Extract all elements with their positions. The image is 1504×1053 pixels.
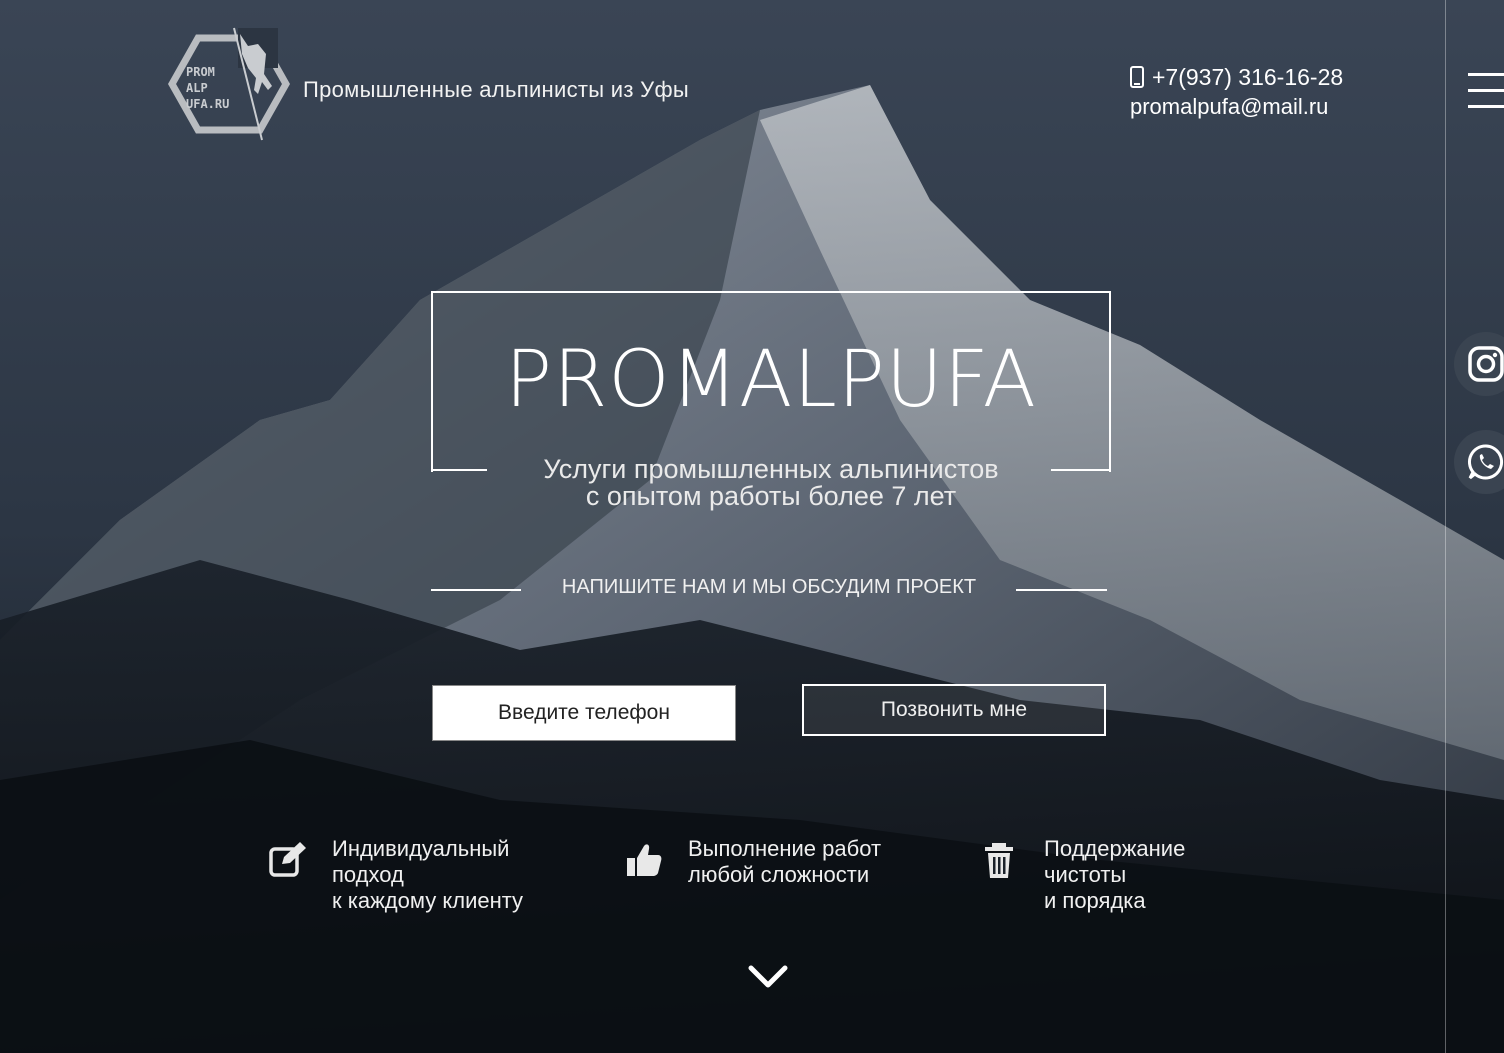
feature-1-line-1: Индивидуальный xyxy=(332,836,510,861)
whatsapp-icon xyxy=(1468,444,1504,480)
logo-text-line-1: PROM xyxy=(186,65,215,79)
logo-text-line-2: ALP xyxy=(186,81,208,95)
feature-3-line-2: чистоты xyxy=(1044,862,1127,887)
hero-subtitle: Услуги промышленных альпинистов с опытом… xyxy=(431,456,1111,510)
contacts: +7(937) 316-16-28 promalpufa@mail.ru xyxy=(1130,62,1343,120)
feature-2-line-2: любой сложности xyxy=(688,862,870,887)
feature-1-line-3: к каждому клиенту xyxy=(332,888,524,913)
feature-cleanliness: Поддержание чистоты и порядка xyxy=(980,836,1185,914)
feature-individual: Индивидуальный подход к каждому клиенту xyxy=(268,836,523,914)
cta-heading: НАПИШИТЕ НАМ И МЫ ОБСУДИМ ПРОЕКТ xyxy=(431,575,1107,603)
menu-icon[interactable] xyxy=(1468,73,1504,113)
logo-text-line-3: UFA.RU xyxy=(186,97,229,111)
cta-text: НАПИШИТЕ НАМ И МЫ ОБСУДИМ ПРОЕКТ xyxy=(561,576,977,598)
feature-1-line-2: подход xyxy=(332,862,404,887)
hero-subtitle-line-2: с опытом работы более 7 лет xyxy=(585,481,957,511)
hero-subtitle-line-1: Услуги промышленных альпинистов xyxy=(543,454,999,484)
call-me-button[interactable]: Позвонить мне xyxy=(802,684,1106,736)
phone-number: +7(937) 316-16-28 xyxy=(1152,63,1344,90)
mobile-phone-icon xyxy=(1130,66,1144,88)
instagram-icon xyxy=(1468,346,1504,382)
feature-complexity: Выполнение работ любой сложности xyxy=(624,836,881,888)
scroll-down-chevron-icon[interactable] xyxy=(748,964,788,990)
phone-link[interactable]: +7(937) 316-16-28 xyxy=(1130,62,1343,92)
trash-icon xyxy=(985,843,1013,878)
phone-input[interactable]: Введите телефон xyxy=(432,685,736,741)
brand-title: PROMALPUFA xyxy=(505,335,1037,425)
cta-divider-right xyxy=(1016,589,1107,591)
tagline: Промышленные альпинисты из Уфы xyxy=(303,77,689,102)
feature-3-line-3: и порядка xyxy=(1044,888,1146,913)
thumbs-up-icon xyxy=(627,844,662,876)
logo[interactable]: PROM ALP UFA.RU xyxy=(168,24,290,146)
right-panel-divider xyxy=(1445,0,1446,1053)
mountain-background xyxy=(0,0,1504,1053)
edit-icon xyxy=(269,842,306,877)
feature-2-line-1: Выполнение работ xyxy=(688,836,882,861)
feature-3-line-1: Поддержание xyxy=(1044,836,1186,861)
email-link[interactable]: promalpufa@mail.ru xyxy=(1130,94,1343,120)
